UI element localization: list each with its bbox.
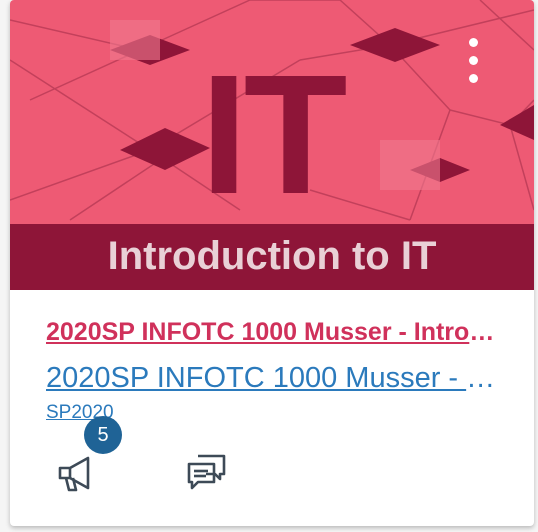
discussions-icon: [187, 454, 226, 490]
discussions-button[interactable]: [184, 450, 230, 496]
kebab-dot: [469, 38, 478, 47]
kebab-dot: [469, 74, 478, 83]
announcements-button[interactable]: [54, 450, 100, 496]
course-code-link[interactable]: 2020SP INFOTC 1000 Musser - Introduction…: [46, 360, 500, 396]
course-hero-image[interactable]: IT Introduction to IT: [10, 0, 534, 290]
megaphone-icon: [58, 456, 90, 492]
announcements-badge: 5: [84, 416, 122, 454]
hero-title: IT: [200, 40, 347, 230]
kebab-icon[interactable]: [462, 36, 486, 86]
course-name-link[interactable]: 2020SP INFOTC 1000 Musser - Introduction…: [46, 316, 500, 348]
course-card: IT Introduction to IT 2020SP INFOTC 1000…: [10, 0, 534, 526]
kebab-dot: [469, 56, 478, 65]
hero-subtitle: Introduction to IT: [107, 234, 437, 278]
